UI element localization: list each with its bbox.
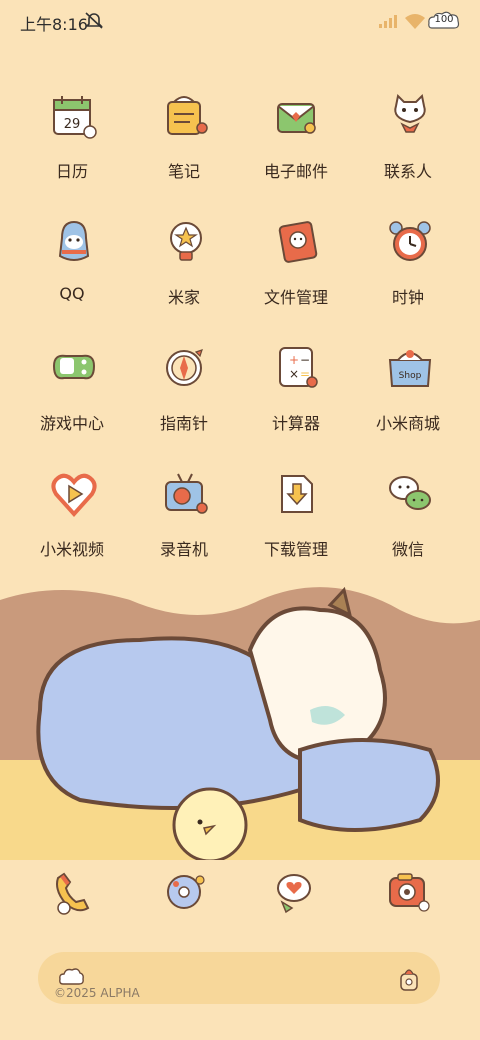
game-center-icon: [52, 354, 96, 380]
app-game-center[interactable]: 游戏中心: [12, 344, 132, 454]
recorder-icon: [165, 473, 208, 514]
app-calculator[interactable]: + − × = 计算器: [236, 344, 356, 454]
app-file-manager[interactable]: 文件管理: [236, 218, 356, 328]
calculator-icon: + − × =: [279, 347, 318, 388]
app-contacts[interactable]: 联系人: [348, 92, 468, 202]
battery-indicator: 100: [428, 10, 460, 32]
app-compass[interactable]: 指南针: [124, 344, 244, 454]
contacts-icon: [394, 93, 426, 133]
mijia-icon: [170, 222, 202, 261]
svg-text:×: ×: [289, 367, 299, 381]
app-label: 微信: [391, 540, 424, 559]
wallpaper-illustration: [0, 586, 480, 860]
browser-icon[interactable]: [162, 868, 210, 916]
notes-icon: [167, 96, 208, 135]
search-bar[interactable]: ©2025 ALPHA: [38, 952, 440, 1004]
file-manager-icon: [278, 221, 318, 263]
svg-text:−: −: [300, 353, 310, 367]
qq-penguin-icon: [58, 220, 90, 261]
wechat-icon: [389, 476, 431, 510]
status-time: 上午8:16: [20, 15, 88, 34]
app-email[interactable]: 电子邮件: [236, 92, 356, 202]
voice-search-icon[interactable]: [398, 964, 420, 992]
email-icon: [277, 103, 316, 134]
pillow-shape: [298, 738, 440, 832]
chick-shape: [172, 787, 248, 860]
wifi-icon: [405, 14, 425, 29]
clock-icon: [389, 221, 431, 261]
calendar-icon: 29: [53, 96, 97, 139]
app-mijia[interactable]: 米家: [124, 218, 244, 328]
app-calendar[interactable]: 29 日历: [12, 92, 132, 202]
app-label: 文件管理: [263, 288, 328, 307]
app-label: 指南针: [159, 414, 208, 433]
battery-level: 100: [434, 14, 454, 25]
app-label: 笔记: [167, 162, 200, 181]
app-label: 计算器: [271, 414, 320, 433]
messages-icon[interactable]: [272, 868, 320, 916]
copyright-text: ©2025 ALPHA: [54, 986, 140, 1000]
status-bar: 上午8:16 100: [0, 0, 480, 40]
mi-store-icon: Shop: [388, 350, 432, 387]
app-label: 米家: [167, 288, 200, 307]
camera-icon[interactable]: [384, 868, 432, 916]
phone-icon[interactable]: [50, 868, 98, 916]
app-label: 游戏中心: [39, 414, 104, 433]
app-label: 小米视频: [39, 540, 104, 559]
dock: [0, 868, 480, 928]
app-label: 小米商城: [375, 414, 440, 433]
mi-video-icon: [51, 473, 97, 517]
app-mi-store[interactable]: Shop 小米商城: [348, 344, 468, 454]
app-label: 下载管理: [263, 540, 328, 559]
app-label: QQ: [59, 284, 85, 303]
calendar-day-number: 29: [64, 117, 81, 132]
mute-bell-icon: [85, 12, 103, 29]
svg-text:+: +: [289, 353, 299, 367]
app-label: 日历: [55, 162, 88, 181]
download-icon: [281, 475, 313, 513]
app-clock[interactable]: 时钟: [348, 218, 468, 328]
store-word: Shop: [399, 371, 422, 381]
compass-icon: [166, 349, 203, 386]
app-label: 时钟: [391, 288, 424, 307]
app-label: 录音机: [159, 540, 208, 559]
app-notes[interactable]: 笔记: [124, 92, 244, 202]
app-qq[interactable]: QQ: [12, 218, 132, 328]
app-label: 电子邮件: [263, 162, 328, 181]
signal-icon: [379, 15, 397, 28]
app-label: 联系人: [383, 162, 432, 181]
